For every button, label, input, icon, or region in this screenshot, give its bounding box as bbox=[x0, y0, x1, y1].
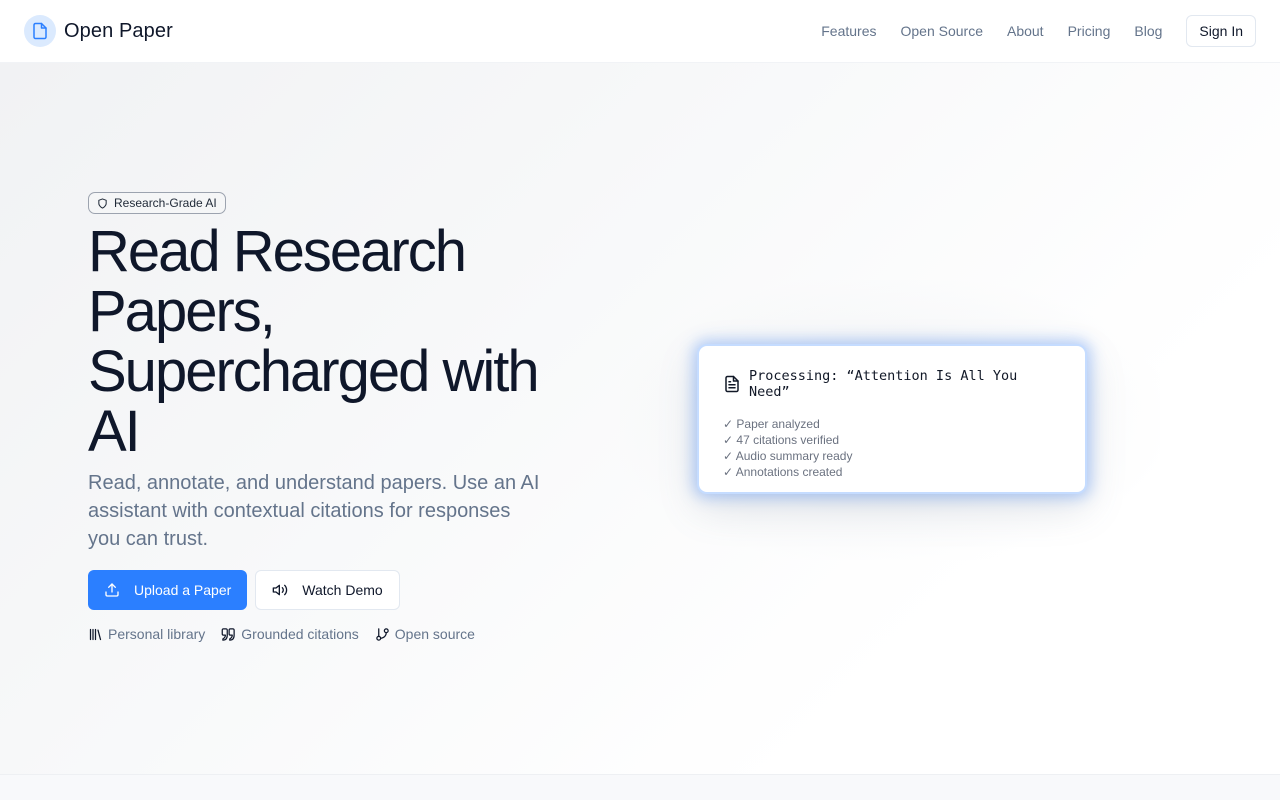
status-item: ✓ Audio summary ready bbox=[723, 449, 853, 463]
speaker-icon bbox=[272, 582, 288, 598]
file-text-icon bbox=[723, 375, 741, 393]
watch-demo-button[interactable]: Watch Demo bbox=[255, 570, 400, 610]
badge-label: Research-Grade AI bbox=[114, 196, 217, 210]
sign-in-button[interactable]: Sign In bbox=[1186, 15, 1256, 47]
quote-icon bbox=[221, 627, 236, 642]
git-branch-icon bbox=[375, 627, 390, 642]
research-badge: Research-Grade AI bbox=[88, 192, 226, 214]
upload-paper-label: Upload a Paper bbox=[134, 582, 232, 598]
library-icon bbox=[88, 627, 103, 642]
feature-personal-library: Personal library bbox=[88, 626, 205, 642]
processing-card-title: Processing: “Attention Is All You Need” bbox=[723, 368, 1061, 400]
nav-about[interactable]: About bbox=[1007, 21, 1044, 41]
status-item: ✓ Annotations created bbox=[723, 465, 843, 479]
brand-logo[interactable]: Open Paper bbox=[24, 15, 173, 47]
site-header: Open Paper Features Open Source About Pr… bbox=[0, 0, 1280, 63]
feature-label: Open source bbox=[394, 626, 475, 642]
feature-open-source: Open source bbox=[375, 626, 475, 642]
feature-label: Personal library bbox=[108, 626, 206, 642]
nav-features[interactable]: Features bbox=[821, 21, 876, 41]
nav-blog[interactable]: Blog bbox=[1134, 21, 1162, 41]
brand-name: Open Paper bbox=[64, 19, 173, 42]
document-icon bbox=[24, 15, 56, 47]
next-section-edge bbox=[0, 774, 1280, 800]
status-item: ✓ Paper analyzed bbox=[723, 417, 820, 431]
processing-card: Processing: “Attention Is All You Need” … bbox=[697, 344, 1087, 494]
feature-grounded-citations: Grounded citations bbox=[221, 626, 359, 642]
hero-subtext: Read, annotate, and understand papers. U… bbox=[88, 472, 540, 550]
status-item: ✓ 47 citations verified bbox=[723, 433, 840, 447]
processing-status-list: ✓ Paper analyzed ✓ 47 citations verified… bbox=[723, 416, 1061, 480]
shield-icon bbox=[97, 197, 108, 209]
upload-icon bbox=[104, 582, 120, 598]
upload-paper-button[interactable]: Upload a Paper bbox=[88, 570, 248, 610]
processing-title-text: Processing: “Attention Is All You Need” bbox=[749, 368, 1018, 400]
feature-label: Grounded citations bbox=[241, 626, 359, 642]
nav-open-source[interactable]: Open Source bbox=[900, 21, 983, 41]
nav-pricing[interactable]: Pricing bbox=[1068, 21, 1111, 41]
main-nav: Features Open Source About Pricing Blog … bbox=[821, 15, 1256, 47]
hero-headline: Read Research Papers, Supercharged with … bbox=[88, 219, 540, 464]
watch-demo-label: Watch Demo bbox=[302, 582, 383, 598]
cta-row: Upload a Paper Watch Demo bbox=[88, 570, 400, 610]
feature-list: Personal library Grounded citations Open… bbox=[88, 626, 475, 642]
